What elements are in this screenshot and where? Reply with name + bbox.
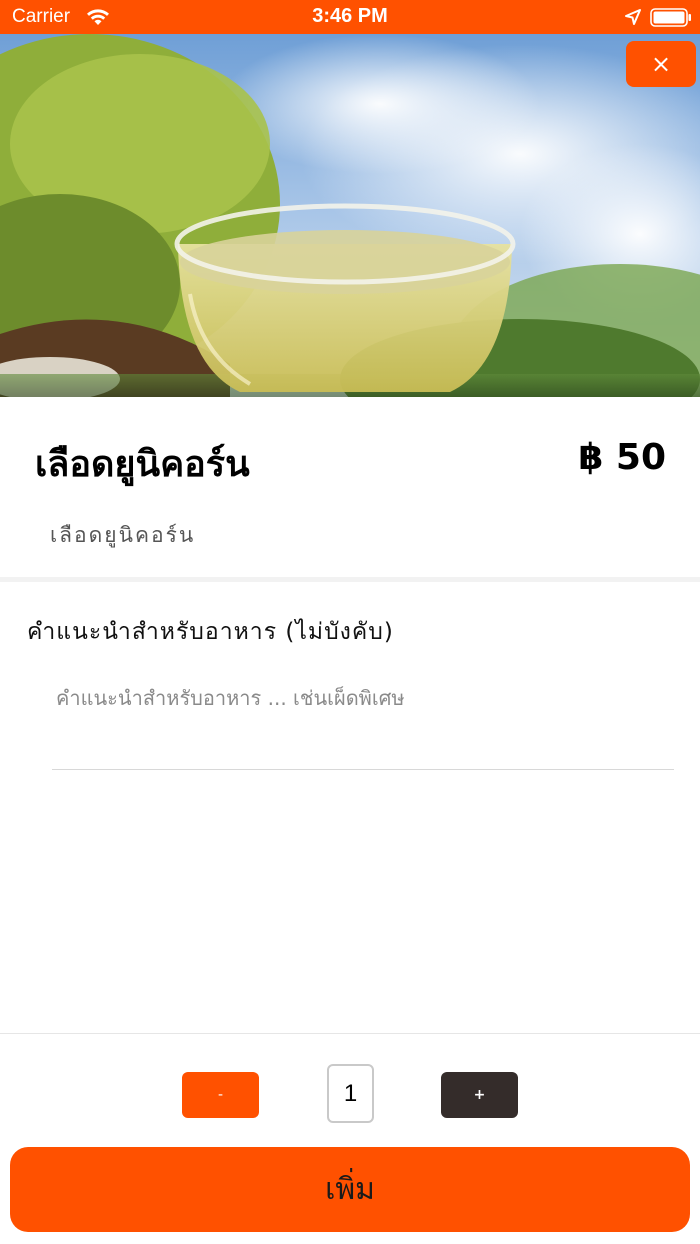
product-name: เลือดยูนิคอร์น [35,444,250,485]
section-divider [0,577,700,582]
add-to-cart-button[interactable]: เพิ่ม [10,1147,690,1232]
note-input[interactable] [52,680,674,716]
note-label: คำแนะนำสำหรับอาหาร (ไม่บังคับ) [27,619,394,645]
product-image [0,34,700,397]
product-description: เลือดยูนิคอร์น [50,523,196,547]
close-button[interactable]: × [626,41,696,87]
battery-full-icon [650,8,691,27]
quantity-increase-button[interactable]: + [441,1072,518,1118]
status-time: 3:46 PM [312,5,388,27]
note-input-container [52,680,674,770]
quantity-value: 1 [327,1064,374,1123]
product-price: ฿ 50 [578,437,666,478]
quantity-decrease-button[interactable]: - [182,1072,259,1118]
herbal-drink-photo [0,34,700,397]
bottom-divider [0,1033,700,1034]
status-bar: Carrier 3:46 PM [0,0,700,34]
location-arrow-icon [625,9,641,25]
